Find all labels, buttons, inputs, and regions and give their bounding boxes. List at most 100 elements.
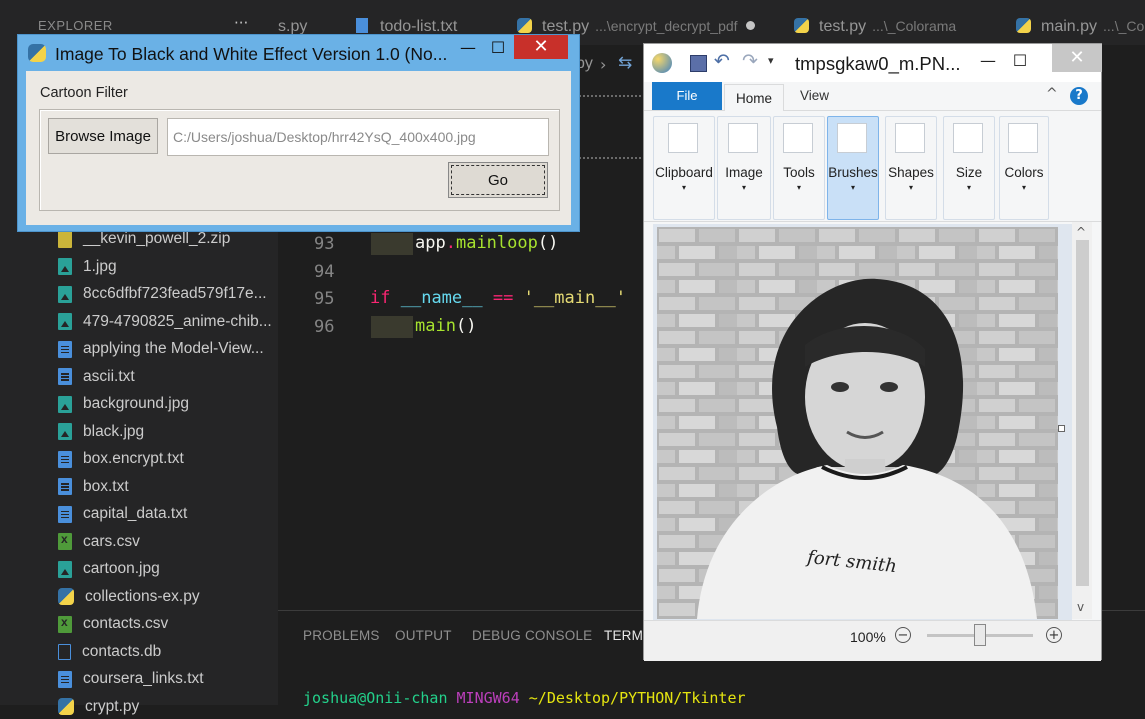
save-icon[interactable] xyxy=(690,55,707,72)
symbol-icon: ⇆ xyxy=(618,53,633,73)
file-item[interactable]: box.txt xyxy=(58,475,129,499)
file-name: capital_data.txt xyxy=(83,505,188,522)
tab-main-py[interactable]: main.py ...\_Co xyxy=(1016,18,1144,36)
file-name: 479-4790825_anime-chib... xyxy=(83,312,272,330)
home-tab[interactable]: Home xyxy=(724,84,784,111)
scroll-up-icon[interactable]: ^ xyxy=(1076,225,1086,239)
file-item[interactable]: contacts.csv xyxy=(58,612,168,636)
zoom-out-button[interactable]: − xyxy=(895,627,911,643)
more-actions-icon[interactable]: ··· xyxy=(234,14,248,32)
file-name: __kevin_powell_2.zip xyxy=(83,230,231,247)
ribbon-group-shapes[interactable]: Shapes ▾ xyxy=(885,116,937,220)
terminal-prompt[interactable]: joshua@Onii-chan MINGW64 ~/Desktop/PYTHO… xyxy=(303,689,746,707)
file-item[interactable]: capital_data.txt xyxy=(58,502,187,526)
close-button[interactable]: ✕ xyxy=(1052,44,1102,72)
code-line-93[interactable]: app.mainloop() xyxy=(415,233,558,253)
panel-tab-debug-console[interactable]: DEBUG CONSOLE xyxy=(472,628,592,643)
file-item[interactable]: applying the Model-View... xyxy=(58,337,264,361)
database-file-icon xyxy=(58,643,71,660)
panel-tab-output[interactable]: OUTPUT xyxy=(395,628,452,643)
help-icon[interactable]: ? xyxy=(1070,87,1088,105)
quick-access-toolbar: ↶ ↷ ▾ tmpsgkaw0_m.PN... — ☐ ✕ xyxy=(644,44,1102,82)
undo-icon[interactable]: ↶ xyxy=(714,50,730,72)
resize-handle[interactable] xyxy=(1058,425,1065,432)
file-name: 8cc6dfbf723fead579f17e... xyxy=(83,285,267,302)
select-icon xyxy=(728,123,758,153)
file-item[interactable]: 1.jpg xyxy=(58,255,117,279)
code-line-96[interactable]: main() xyxy=(415,316,476,336)
file-item[interactable]: contacts.db xyxy=(58,640,161,664)
tab-test-py-colorama[interactable]: test.py ...\_Colorama xyxy=(794,18,956,36)
ribbon-group-label: Colors xyxy=(1004,165,1044,180)
file-item[interactable]: 8cc6dfbf723fead579f17e... xyxy=(58,282,267,306)
go-button[interactable]: Go xyxy=(448,162,548,198)
python-file-icon xyxy=(58,588,74,605)
file-item[interactable]: crypt.py xyxy=(58,695,139,719)
indent-guide xyxy=(371,316,413,338)
file-item[interactable]: cars.csv xyxy=(58,530,140,554)
file-name: contacts.csv xyxy=(83,615,169,632)
file-tab[interactable]: File xyxy=(652,82,722,110)
collapse-ribbon-icon[interactable]: ^ xyxy=(1046,86,1058,102)
image-file-icon xyxy=(58,423,72,440)
zoom-in-button[interactable]: + xyxy=(1046,627,1062,643)
panel-tab-problems[interactable]: PROBLEMS xyxy=(303,628,380,643)
dropdown-arrow-icon: ▾ xyxy=(966,183,971,192)
scrollbar-thumb[interactable] xyxy=(1076,240,1089,586)
zoom-slider-thumb[interactable] xyxy=(974,624,986,646)
dropdown-arrow-icon: ▾ xyxy=(1021,183,1026,192)
python-file-icon xyxy=(1016,18,1031,33)
text-file-icon xyxy=(356,18,368,33)
dropdown-arrow-icon: ▾ xyxy=(681,183,686,192)
view-tab[interactable]: View xyxy=(800,88,829,103)
redo-icon[interactable]: ↷ xyxy=(742,50,758,72)
file-item[interactable]: coursera_links.txt xyxy=(58,667,204,691)
file-item[interactable]: cartoon.jpg xyxy=(58,557,160,581)
breadcrumb-separator-icon: › xyxy=(600,55,607,74)
file-item[interactable]: 479-4790825_anime-chib... xyxy=(58,310,272,334)
paint-window: ↶ ↷ ▾ tmpsgkaw0_m.PN... — ☐ ✕ File Home … xyxy=(643,43,1102,661)
maximize-button[interactable]: ☐ xyxy=(1005,50,1035,72)
line-number: 94 xyxy=(314,262,335,282)
minimize-button[interactable]: — xyxy=(455,37,481,59)
ribbon-group-size[interactable]: Size ▾ xyxy=(943,116,995,220)
file-item[interactable]: collections-ex.py xyxy=(58,585,200,609)
file-name: cartoon.jpg xyxy=(83,560,160,577)
python-file-icon xyxy=(517,18,532,33)
maximize-button[interactable]: ☐ xyxy=(485,37,511,59)
dropdown-arrow-icon: ▾ xyxy=(741,183,746,192)
close-button[interactable]: ✕ xyxy=(514,35,568,59)
file-item[interactable]: background.jpg xyxy=(58,392,189,416)
python-file-icon xyxy=(794,18,809,33)
labelframe-title: Cartoon Filter xyxy=(40,85,128,101)
ribbon-group-clipboard[interactable]: Clipboard ▾ xyxy=(653,116,715,220)
csv-file-icon xyxy=(58,532,72,550)
customize-toolbar-icon[interactable]: ▾ xyxy=(768,54,774,67)
ribbon-group-image[interactable]: Image ▾ xyxy=(717,116,771,220)
text-file-icon xyxy=(58,450,72,468)
minimize-button[interactable]: — xyxy=(973,50,1003,72)
shapes-icon xyxy=(895,123,925,153)
image-file-icon xyxy=(58,258,72,275)
file-item[interactable]: box.encrypt.txt xyxy=(58,447,184,471)
ribbon-group-brushes[interactable]: Brushes ▾ xyxy=(827,116,879,220)
code-line-95[interactable]: if __name__ == '__main__' xyxy=(370,288,626,308)
scroll-down-icon[interactable]: v xyxy=(1077,600,1084,614)
file-name: background.jpg xyxy=(83,395,189,412)
python-app-icon xyxy=(28,44,46,62)
text-file-icon xyxy=(58,670,72,688)
zoom-level: 100% xyxy=(850,629,886,645)
browse-image-button[interactable]: Browse Image xyxy=(48,118,158,154)
zip-file-icon xyxy=(58,230,72,248)
canvas-image[interactable]: fort smith xyxy=(657,227,1058,619)
text-file-icon xyxy=(58,478,72,495)
ribbon-group-colors[interactable]: Colors ▾ xyxy=(999,116,1049,220)
panel-tab-terminal[interactable]: TERMI xyxy=(604,628,647,643)
window-title: tmpsgkaw0_m.PN... xyxy=(795,53,961,74)
file-item[interactable]: black.jpg xyxy=(58,420,144,444)
image-path-entry[interactable]: C:/Users/joshua/Desktop/hrr42YsQ_400x400… xyxy=(167,118,549,156)
ribbon-group-tools[interactable]: Tools ▾ xyxy=(773,116,825,220)
file-name: cars.csv xyxy=(83,532,140,550)
line-number: 96 xyxy=(314,317,335,337)
file-item[interactable]: ascii.txt xyxy=(58,365,135,389)
